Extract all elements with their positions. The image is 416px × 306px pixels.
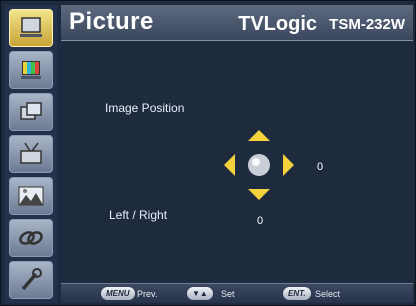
left-right-label: Left / Right xyxy=(109,208,168,222)
color-bars-icon xyxy=(21,61,41,79)
sidebar-item-link[interactable] xyxy=(9,219,53,257)
center-ball-icon xyxy=(248,154,270,176)
landscape-image-icon xyxy=(18,186,44,206)
tv-antenna-icon xyxy=(20,142,42,164)
sidebar-item-image[interactable] xyxy=(9,177,53,215)
set-key-label: Set xyxy=(221,289,235,299)
arrow-up-icon[interactable] xyxy=(248,130,270,141)
left-right-value: 0 xyxy=(257,215,264,227)
footer-bar: MENU Prev. ▼▲ Set ENT. Select xyxy=(61,283,413,303)
set-key[interactable]: ▼▲ xyxy=(187,287,213,300)
image-position-label: Image Position xyxy=(105,101,185,115)
tools-icon xyxy=(21,268,42,291)
brand-name: TVLogic xyxy=(238,13,317,35)
menu-key-label: Prev. xyxy=(137,289,158,299)
windows-icon xyxy=(20,102,42,120)
arrow-down-icon[interactable] xyxy=(248,189,270,200)
sidebar-item-picture[interactable] xyxy=(9,9,53,47)
sidebar xyxy=(5,5,57,303)
model-name: TSM-232W xyxy=(329,16,405,33)
sidebar-item-input[interactable] xyxy=(9,135,53,173)
sidebar-item-color[interactable] xyxy=(9,51,53,89)
arrow-left-icon[interactable] xyxy=(224,154,235,176)
sidebar-item-tools[interactable] xyxy=(9,261,53,299)
enter-key-label: Select xyxy=(315,289,341,299)
menu-key[interactable]: MENU xyxy=(101,287,135,300)
arrow-right-icon[interactable] xyxy=(283,154,294,176)
up-down-value: 0 xyxy=(317,161,324,173)
position-dpad[interactable] xyxy=(221,127,297,203)
page-title: Picture xyxy=(69,8,154,35)
settings-panel: Image Position 0 Left / Right 0 xyxy=(61,43,413,281)
osd-window: Picture TVLogic TSM-232W Image Position … xyxy=(0,0,416,306)
header-bar: Picture TVLogic TSM-232W xyxy=(61,5,413,41)
enter-key[interactable]: ENT. xyxy=(283,287,311,300)
sidebar-item-windows[interactable] xyxy=(9,93,53,131)
link-icon xyxy=(19,231,43,245)
monitor-icon xyxy=(20,17,42,37)
